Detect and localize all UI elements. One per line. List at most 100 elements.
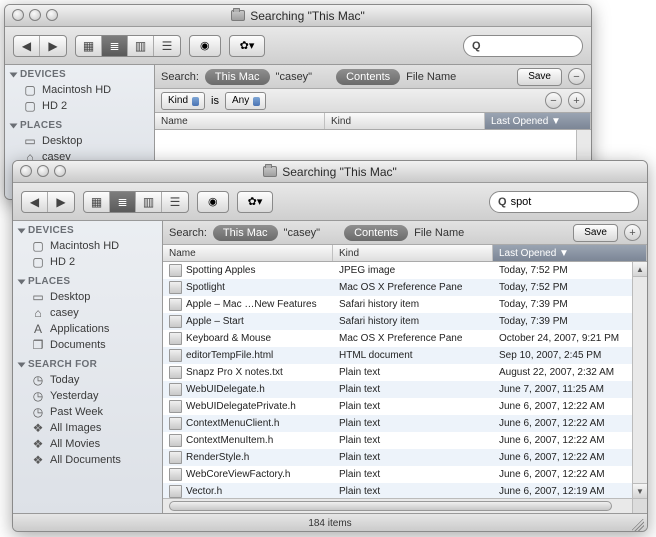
- coverflow-view-button[interactable]: ☰: [154, 36, 180, 56]
- table-row[interactable]: Apple – Mac …New FeaturesSafari history …: [163, 296, 647, 313]
- sidebar-item[interactable]: ❖All Documents: [13, 452, 162, 468]
- add-rule-button[interactable]: +: [568, 92, 585, 109]
- table-row[interactable]: WebCoreViewFactory.hPlain textJune 6, 20…: [163, 466, 647, 483]
- list-view-button[interactable]: ≣: [110, 192, 136, 212]
- criteria-any-select[interactable]: Any: [225, 92, 266, 110]
- icon-view-button[interactable]: ▦: [76, 36, 102, 56]
- sidebar-header-places[interactable]: PLACES: [5, 118, 154, 133]
- remove-rule-button[interactable]: −: [545, 92, 562, 109]
- scope-filename[interactable]: File Name: [414, 227, 464, 239]
- table-row[interactable]: Snapz Pro X notes.txtPlain textAugust 22…: [163, 364, 647, 381]
- sidebar-header-devices[interactable]: DEVICES: [13, 223, 162, 238]
- add-criteria-button[interactable]: +: [624, 224, 641, 241]
- sidebar-header-devices[interactable]: DEVICES: [5, 67, 154, 82]
- table-row[interactable]: SpotlightMac OS X Preference PaneToday, …: [163, 279, 647, 296]
- search-field[interactable]: Q: [463, 35, 583, 57]
- action-button[interactable]: ✿▾: [229, 35, 266, 57]
- quicklook-button[interactable]: ◉: [197, 191, 229, 213]
- forward-button[interactable]: ▶: [40, 36, 66, 56]
- titlebar[interactable]: Searching "This Mac": [13, 161, 647, 183]
- search-input[interactable]: [511, 196, 648, 208]
- scope-filename[interactable]: File Name: [406, 71, 456, 83]
- coverflow-view-button[interactable]: ☰: [162, 192, 188, 212]
- forward-button[interactable]: ▶: [48, 192, 74, 212]
- vertical-scrollbar[interactable]: ▲ ▼: [632, 262, 647, 498]
- sidebar-item[interactable]: ❖All Images: [13, 420, 162, 436]
- scroll-thumb[interactable]: [169, 501, 612, 511]
- scope-casey[interactable]: "casey": [284, 227, 321, 239]
- sidebar-item[interactable]: ▢Macintosh HD: [13, 238, 162, 254]
- scope-contents[interactable]: Contents: [336, 69, 400, 85]
- smart-icon: ❖: [31, 454, 45, 466]
- file-kind: Plain text: [333, 486, 493, 497]
- file-kind: Plain text: [333, 435, 493, 446]
- table-row[interactable]: WebUIDelegate.hPlain textJune 7, 2007, 1…: [163, 381, 647, 398]
- sidebar-item[interactable]: ▢Macintosh HD: [5, 82, 154, 98]
- hd-icon: ▢: [23, 100, 37, 112]
- table-row[interactable]: RenderStyle.hPlain textJune 6, 2007, 12:…: [163, 449, 647, 466]
- search-input[interactable]: [485, 40, 592, 52]
- sidebar-item[interactable]: ⌂casey: [13, 305, 162, 321]
- scroll-up-button[interactable]: ▲: [633, 262, 647, 277]
- list-view-button[interactable]: ≣: [102, 36, 128, 56]
- col-name[interactable]: Name: [163, 245, 333, 261]
- save-button[interactable]: Save: [573, 224, 618, 242]
- table-row[interactable]: Keyboard & MouseMac OS X Preference Pane…: [163, 330, 647, 347]
- back-button[interactable]: ◀: [14, 36, 40, 56]
- sidebar-item[interactable]: ▢HD 2: [13, 254, 162, 270]
- criteria-kind-select[interactable]: Kind: [161, 92, 205, 110]
- scope-this-mac[interactable]: This Mac: [213, 225, 278, 241]
- titlebar[interactable]: Searching "This Mac": [5, 5, 591, 27]
- scope-contents[interactable]: Contents: [344, 225, 408, 241]
- close-button[interactable]: [12, 9, 24, 21]
- sidebar-header-places[interactable]: PLACES: [13, 274, 162, 289]
- zoom-button[interactable]: [46, 9, 58, 21]
- sidebar-item[interactable]: ❐Documents: [13, 337, 162, 353]
- scope-this-mac[interactable]: This Mac: [205, 69, 270, 85]
- table-row[interactable]: Spotting ApplesJPEG imageToday, 7:52 PM: [163, 262, 647, 279]
- sidebar-item[interactable]: ❖All Movies: [13, 436, 162, 452]
- column-view-button[interactable]: ▥: [136, 192, 162, 212]
- resize-grip[interactable]: [632, 519, 644, 531]
- file-opened: August 22, 2007, 2:32 AM: [493, 367, 647, 378]
- icon-view-button[interactable]: ▦: [84, 192, 110, 212]
- sidebar-item[interactable]: ◷Today: [13, 372, 162, 388]
- scroll-down-button[interactable]: ▼: [633, 483, 647, 498]
- quicklook-button[interactable]: ◉: [189, 35, 221, 57]
- folder-icon: [263, 166, 277, 177]
- scope-casey[interactable]: "casey": [276, 71, 313, 83]
- file-kind: Mac OS X Preference Pane: [333, 333, 493, 344]
- column-view-button[interactable]: ▥: [128, 36, 154, 56]
- minimize-button[interactable]: [37, 165, 49, 177]
- search-field[interactable]: Q ✕: [489, 191, 639, 213]
- col-kind[interactable]: Kind: [325, 113, 485, 129]
- back-button[interactable]: ◀: [22, 192, 48, 212]
- col-last-opened[interactable]: Last Opened ▼: [493, 245, 647, 261]
- save-button[interactable]: Save: [517, 68, 562, 86]
- sidebar-item[interactable]: ▢HD 2: [5, 98, 154, 114]
- table-row[interactable]: ContextMenuClient.hPlain textJune 6, 200…: [163, 415, 647, 432]
- remove-criteria-button[interactable]: −: [568, 68, 585, 85]
- file-icon: [169, 417, 182, 430]
- sidebar-item[interactable]: AApplications: [13, 321, 162, 337]
- table-row[interactable]: WebUIDelegatePrivate.hPlain textJune 6, …: [163, 398, 647, 415]
- sidebar-item[interactable]: ◷Past Week: [13, 404, 162, 420]
- sidebar-item[interactable]: ▭Desktop: [13, 289, 162, 305]
- minimize-button[interactable]: [29, 9, 41, 21]
- sidebar-item[interactable]: ◷Yesterday: [13, 388, 162, 404]
- col-kind[interactable]: Kind: [333, 245, 493, 261]
- horizontal-scrollbar[interactable]: [163, 498, 632, 513]
- sidebar-item[interactable]: ▭Desktop: [5, 133, 154, 149]
- table-row[interactable]: ContextMenuItem.hPlain textJune 6, 2007,…: [163, 432, 647, 449]
- table-row[interactable]: editorTempFile.htmlHTML documentSep 10, …: [163, 347, 647, 364]
- zoom-button[interactable]: [54, 165, 66, 177]
- col-last-opened[interactable]: Last Opened ▼: [485, 113, 591, 129]
- action-button[interactable]: ✿▾: [237, 191, 274, 213]
- sidebar-header-searchfor[interactable]: SEARCH FOR: [13, 357, 162, 372]
- scroll-corner: [632, 498, 647, 513]
- col-name[interactable]: Name: [155, 113, 325, 129]
- file-kind: HTML document: [333, 350, 493, 361]
- close-button[interactable]: [20, 165, 32, 177]
- table-row[interactable]: Apple – StartSafari history itemToday, 7…: [163, 313, 647, 330]
- home-icon: ⌂: [31, 307, 45, 319]
